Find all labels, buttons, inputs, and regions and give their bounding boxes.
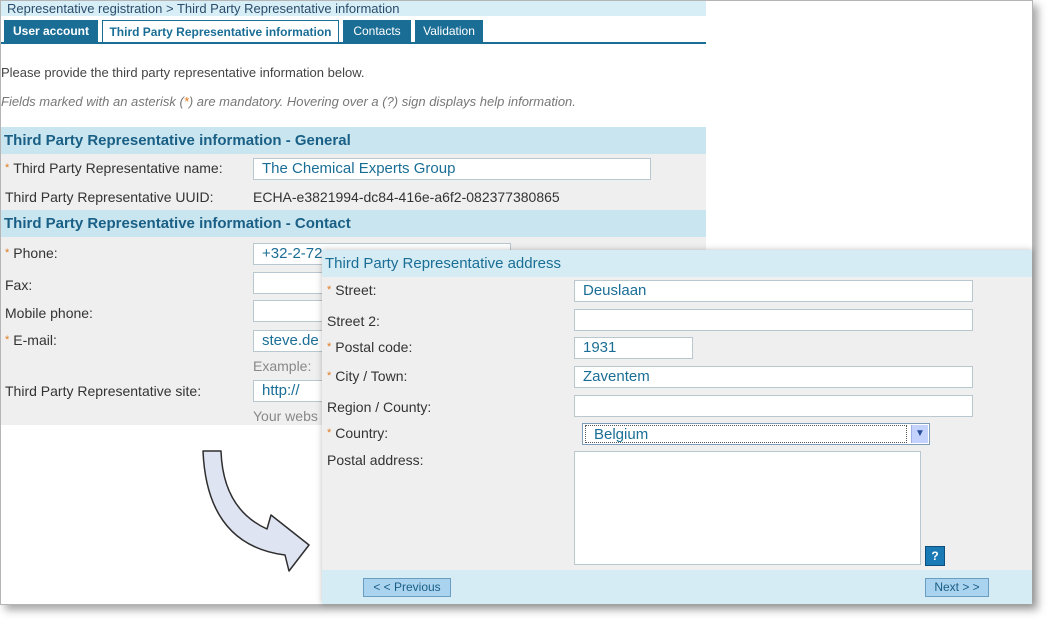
hint-text-end: ) are mandatory. Hovering over a (?) sig… bbox=[188, 94, 576, 109]
street2-label: Street 2: bbox=[327, 313, 380, 329]
email-label-text: E-mail: bbox=[13, 332, 57, 348]
tab-third-party-representative-information[interactable]: Third Party Representative information bbox=[102, 20, 339, 44]
mandatory-star: * bbox=[5, 162, 10, 174]
postal-address-textarea[interactable] bbox=[574, 451, 921, 565]
representative-name-input[interactable]: The Chemical Experts Group bbox=[253, 158, 651, 180]
street2-input[interactable] bbox=[574, 309, 973, 331]
country-select[interactable]: Belgium ▼ bbox=[582, 423, 930, 445]
street-input[interactable]: Deuslaan bbox=[574, 280, 973, 302]
mandatory-star: * bbox=[327, 341, 332, 353]
email-label: * E-mail: bbox=[5, 332, 57, 348]
site-label: Third Party Representative site: bbox=[5, 383, 202, 399]
name-label: * Third Party Representative name: bbox=[5, 160, 223, 176]
postal-code-label: * Postal code: bbox=[327, 339, 412, 355]
section-general-title: Third Party Representative information -… bbox=[1, 127, 706, 154]
screenshot-frame: Representative registration > Third Part… bbox=[0, 0, 1033, 605]
name-label-text: Third Party Representative name: bbox=[13, 160, 223, 176]
curved-arrow-icon bbox=[202, 450, 310, 572]
uuid-label: Third Party Representative UUID: bbox=[5, 189, 214, 205]
city-input[interactable]: Zaventem bbox=[574, 366, 973, 388]
country-selected-value: Belgium bbox=[585, 425, 907, 443]
uuid-value: ECHA-e3821994-dc84-416e-a6f2-08237738086… bbox=[253, 189, 560, 205]
country-label-text: Country: bbox=[335, 425, 389, 441]
hint-text-start: Fields marked with an asterisk ( bbox=[1, 94, 184, 109]
mobile-phone-label: Mobile phone: bbox=[5, 305, 93, 321]
next-button[interactable]: Next > > bbox=[925, 578, 989, 597]
postal-code-label-text: Postal code: bbox=[335, 339, 413, 355]
help-icon[interactable]: ? bbox=[925, 546, 945, 566]
country-label: * Country: bbox=[327, 425, 388, 441]
postal-address-label: Postal address: bbox=[327, 452, 424, 468]
tab-contacts[interactable]: Contacts bbox=[343, 20, 411, 42]
breadcrumb: Representative registration > Third Part… bbox=[1, 1, 706, 16]
tab-underline bbox=[1, 42, 706, 44]
intro-text: Please provide the third party represent… bbox=[1, 65, 365, 80]
mandatory-star: * bbox=[327, 284, 332, 296]
mandatory-hint: Fields marked with an asterisk (*) are m… bbox=[1, 94, 576, 109]
phone-label: * Phone: bbox=[5, 245, 58, 261]
previous-button[interactable]: < < Previous bbox=[363, 578, 451, 597]
email-example-text: Example: bbox=[253, 358, 312, 374]
phone-label-text: Phone: bbox=[13, 245, 58, 261]
region-input[interactable] bbox=[574, 395, 973, 417]
city-label: * City / Town: bbox=[327, 368, 407, 384]
tab-user-account[interactable]: User account bbox=[4, 20, 98, 42]
mandatory-star: * bbox=[327, 427, 332, 439]
address-panel: Third Party Representative address * Stre… bbox=[322, 250, 1032, 604]
mandatory-star: * bbox=[5, 334, 10, 346]
street-label-text: Street: bbox=[335, 282, 377, 298]
mandatory-star: * bbox=[5, 247, 10, 259]
site-hint-text: Your webs bbox=[253, 408, 318, 424]
tab-validation[interactable]: Validation bbox=[415, 20, 483, 42]
region-label: Region / County: bbox=[327, 399, 432, 415]
city-label-text: City / Town: bbox=[335, 368, 408, 384]
address-panel-title: Third Party Representative address bbox=[322, 250, 1032, 277]
fax-label: Fax: bbox=[5, 277, 33, 293]
street-label: * Street: bbox=[327, 282, 377, 298]
mandatory-star: * bbox=[327, 370, 332, 382]
section-contact-title: Third Party Representative information -… bbox=[1, 210, 706, 237]
chevron-down-icon[interactable]: ▼ bbox=[911, 425, 928, 443]
postal-code-input[interactable]: 1931 bbox=[574, 337, 693, 359]
